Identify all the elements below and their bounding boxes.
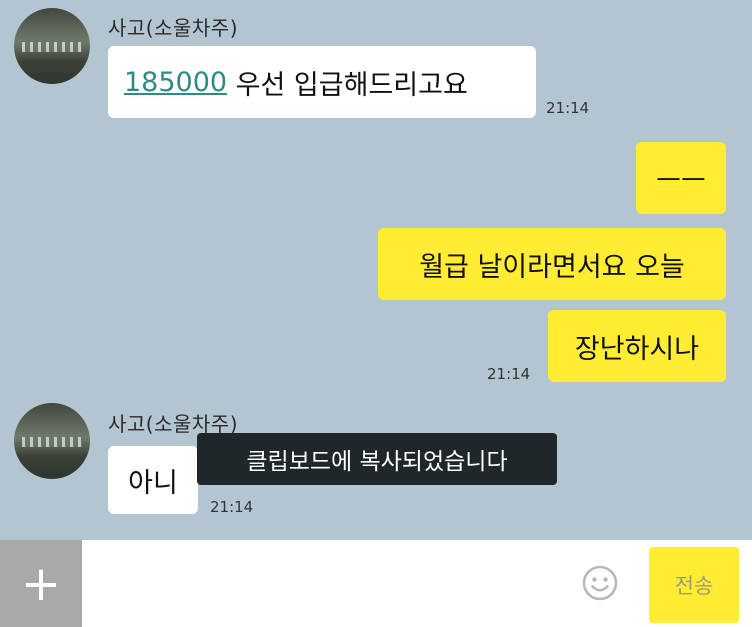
message-time: 21:14 <box>487 365 531 383</box>
message-time: 21:14 <box>210 498 254 516</box>
received-message-bubble[interactable]: 185000 우선 입급해드리고요 <box>108 46 536 118</box>
sender-avatar[interactable] <box>14 403 90 479</box>
message-time: 21:14 <box>546 99 590 117</box>
input-bar: + 전송 <box>0 540 752 627</box>
sent-message-bubble[interactable]: 월급 날이라면서요 오늘 <box>378 228 726 300</box>
send-button[interactable]: 전송 <box>649 547 739 623</box>
attach-plus-button[interactable]: + <box>0 540 82 627</box>
plus-icon: + <box>20 555 62 612</box>
emoji-icon[interactable] <box>581 564 619 602</box>
sender-name: 사고(소울차주) <box>108 16 239 40</box>
sent-message-bubble[interactable]: 장난하시나 <box>548 310 726 382</box>
received-message-bubble[interactable]: 아니 <box>108 446 198 514</box>
sent-message-bubble[interactable]: ㅡㅡ <box>636 142 726 214</box>
sender-avatar[interactable] <box>14 8 90 84</box>
chat-area[interactable]: 사고(소울차주) 185000 우선 입급해드리고요 21:14 ㅡㅡ 월급 날… <box>0 0 752 540</box>
message-text: 아니 <box>128 467 178 499</box>
clipboard-copied-toast: 클립보드에 복사되었습니다 <box>197 433 557 485</box>
message-input[interactable] <box>82 540 577 627</box>
message-text: 우선 입급해드리고요 <box>227 69 468 101</box>
amount-link[interactable]: 185000 <box>124 67 227 98</box>
